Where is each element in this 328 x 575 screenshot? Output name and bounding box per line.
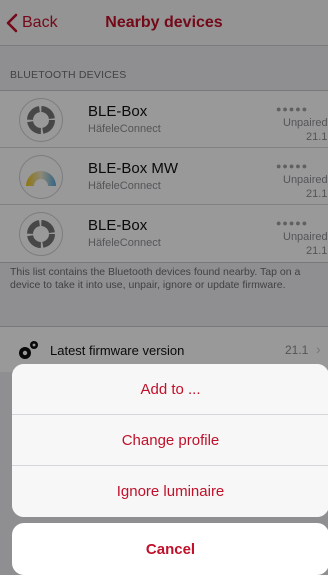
cancel-button[interactable]: Cancel — [12, 523, 328, 575]
ignore-luminaire-button[interactable]: Ignore luminaire — [12, 466, 328, 517]
change-profile-button[interactable]: Change profile — [12, 415, 328, 466]
action-sheet: Add to ... Change profile Ignore luminai… — [12, 364, 328, 517]
add-to-button[interactable]: Add to ... — [12, 364, 328, 415]
